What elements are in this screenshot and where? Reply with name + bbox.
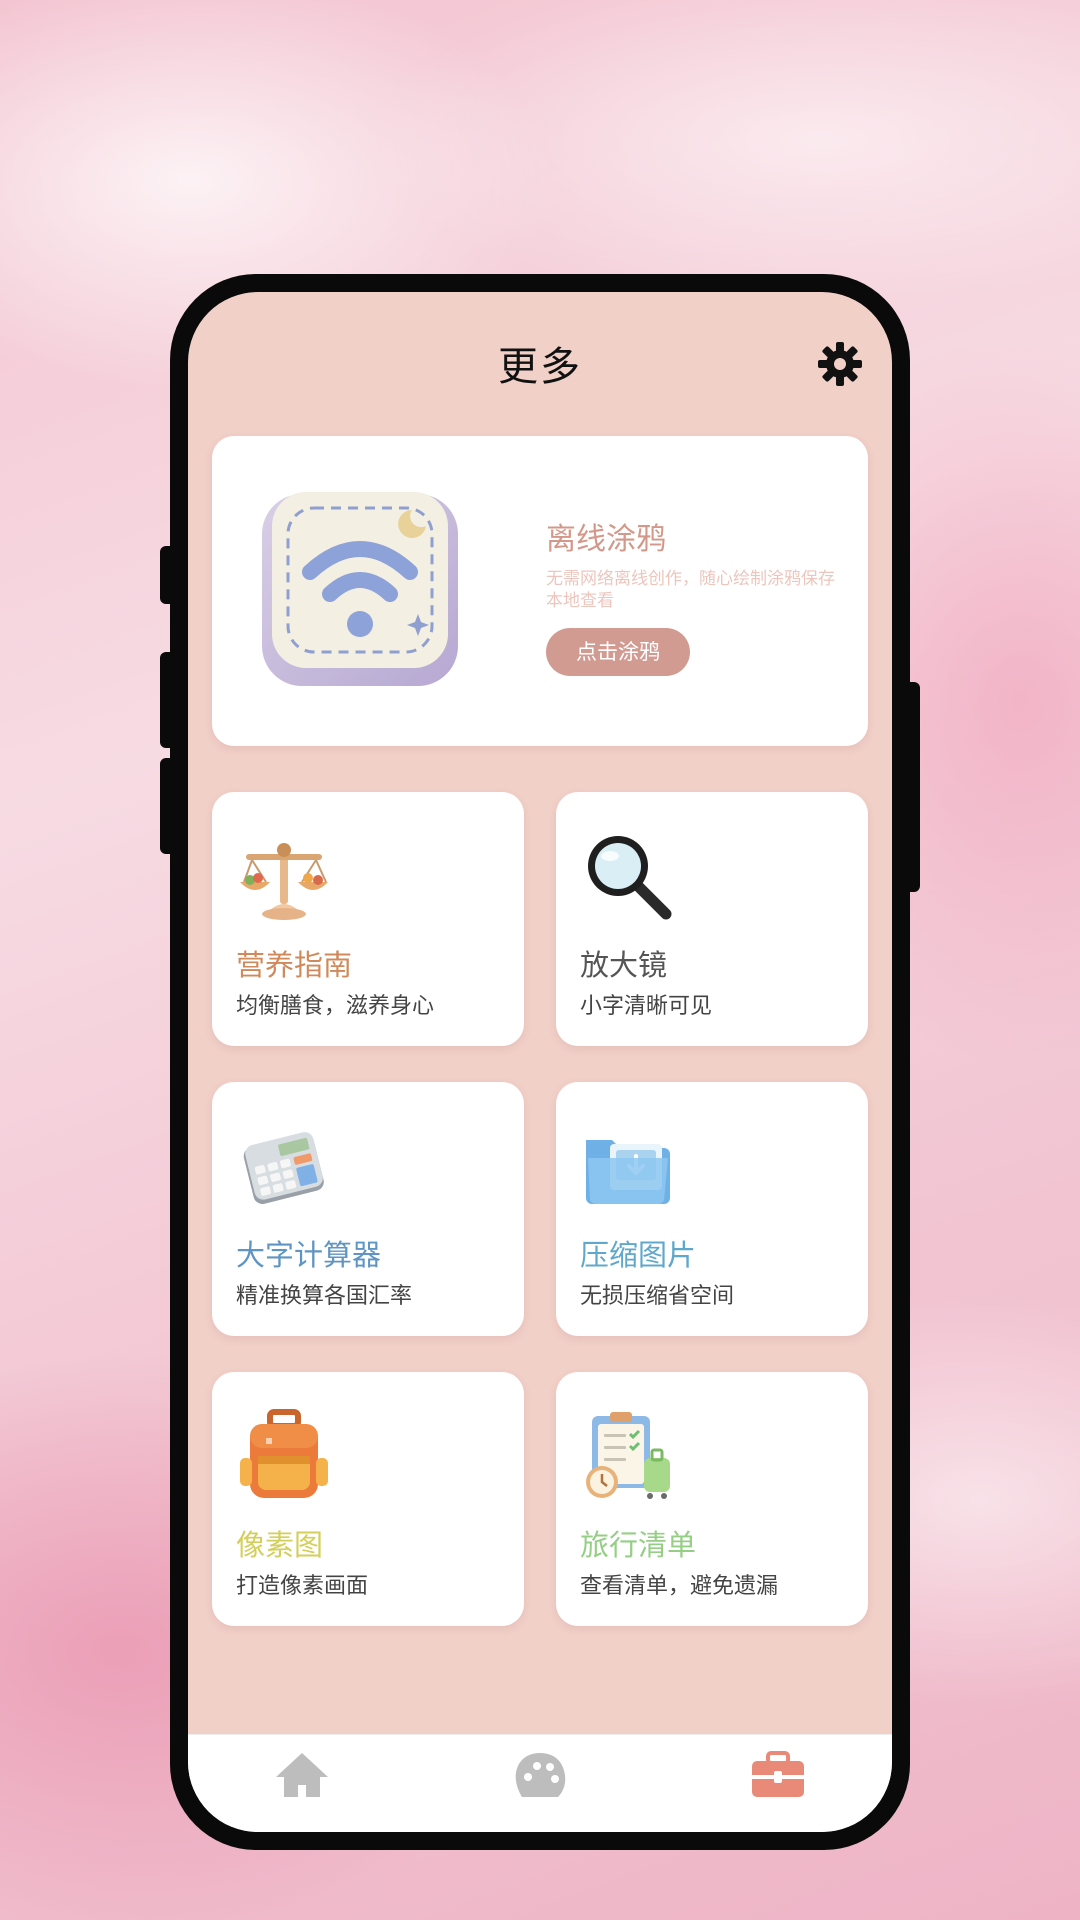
card-subtitle: 打造像素画面 (236, 1574, 369, 1599)
gear-icon[interactable] (816, 340, 864, 388)
card-title: 大字计算器 (236, 1238, 382, 1272)
travel-checklist-icon (586, 1412, 670, 1499)
wifi-tile-icon (262, 492, 458, 686)
card-subtitle: 均衡膳食，滋养身心 (236, 994, 435, 1019)
calculator-icon (243, 1132, 324, 1204)
large-calculator-card[interactable]: 大字计算器 精准换算各国汇率 (212, 1082, 524, 1336)
bottom-nav (188, 1734, 892, 1832)
backpack-icon (240, 1409, 328, 1498)
page-title: 更多 (498, 344, 582, 390)
travel-checklist-card[interactable]: 旅行清单 查看清单，避免遗漏 (556, 1372, 868, 1626)
magnifier-card[interactable]: 放大镜 小字清晰可见 (556, 792, 868, 1046)
balance-scale-icon (240, 843, 328, 920)
palette-icon[interactable] (510, 1747, 570, 1803)
pixel-art-card[interactable]: 像素图 打造像素画面 (212, 1372, 524, 1626)
compress-image-card[interactable]: 压缩图片 无损压缩省空间 (556, 1082, 868, 1336)
toolbox-icon[interactable] (748, 1747, 808, 1803)
card-subtitle: 无损压缩省空间 (580, 1284, 735, 1309)
card-title: 像素图 (236, 1528, 324, 1562)
banner-title: 离线涂鸦 (546, 522, 666, 557)
app-screen: 更多 离线涂鸦 无需网络离线创作，随心绘制涂鸦保存本地查看 点击涂鸦 营养指南 … (188, 292, 892, 1832)
card-subtitle: 精准换算各国汇率 (236, 1284, 413, 1309)
card-title: 放大镜 (580, 948, 668, 982)
top-bar: 更多 (188, 292, 892, 422)
card-subtitle: 小字清晰可见 (580, 994, 713, 1019)
magnifier-icon (588, 836, 672, 920)
card-title: 旅行清单 (580, 1528, 697, 1562)
start-doodle-button[interactable]: 点击涂鸦 (546, 628, 690, 676)
folder-image-icon (586, 1140, 670, 1205)
card-title: 压缩图片 (580, 1238, 697, 1272)
card-title: 营养指南 (236, 948, 353, 982)
banner-description: 无需网络离线创作，随心绘制涂鸦保存本地查看 (546, 569, 835, 611)
phone-frame: 更多 离线涂鸦 无需网络离线创作，随心绘制涂鸦保存本地查看 点击涂鸦 营养指南 … (170, 274, 910, 1850)
home-icon[interactable] (272, 1747, 332, 1803)
nutrition-guide-card[interactable]: 营养指南 均衡膳食，滋养身心 (212, 792, 524, 1046)
offline-doodle-banner[interactable]: 离线涂鸦 无需网络离线创作，随心绘制涂鸦保存本地查看 点击涂鸦 (212, 436, 868, 746)
card-subtitle: 查看清单，避免遗漏 (580, 1574, 779, 1599)
